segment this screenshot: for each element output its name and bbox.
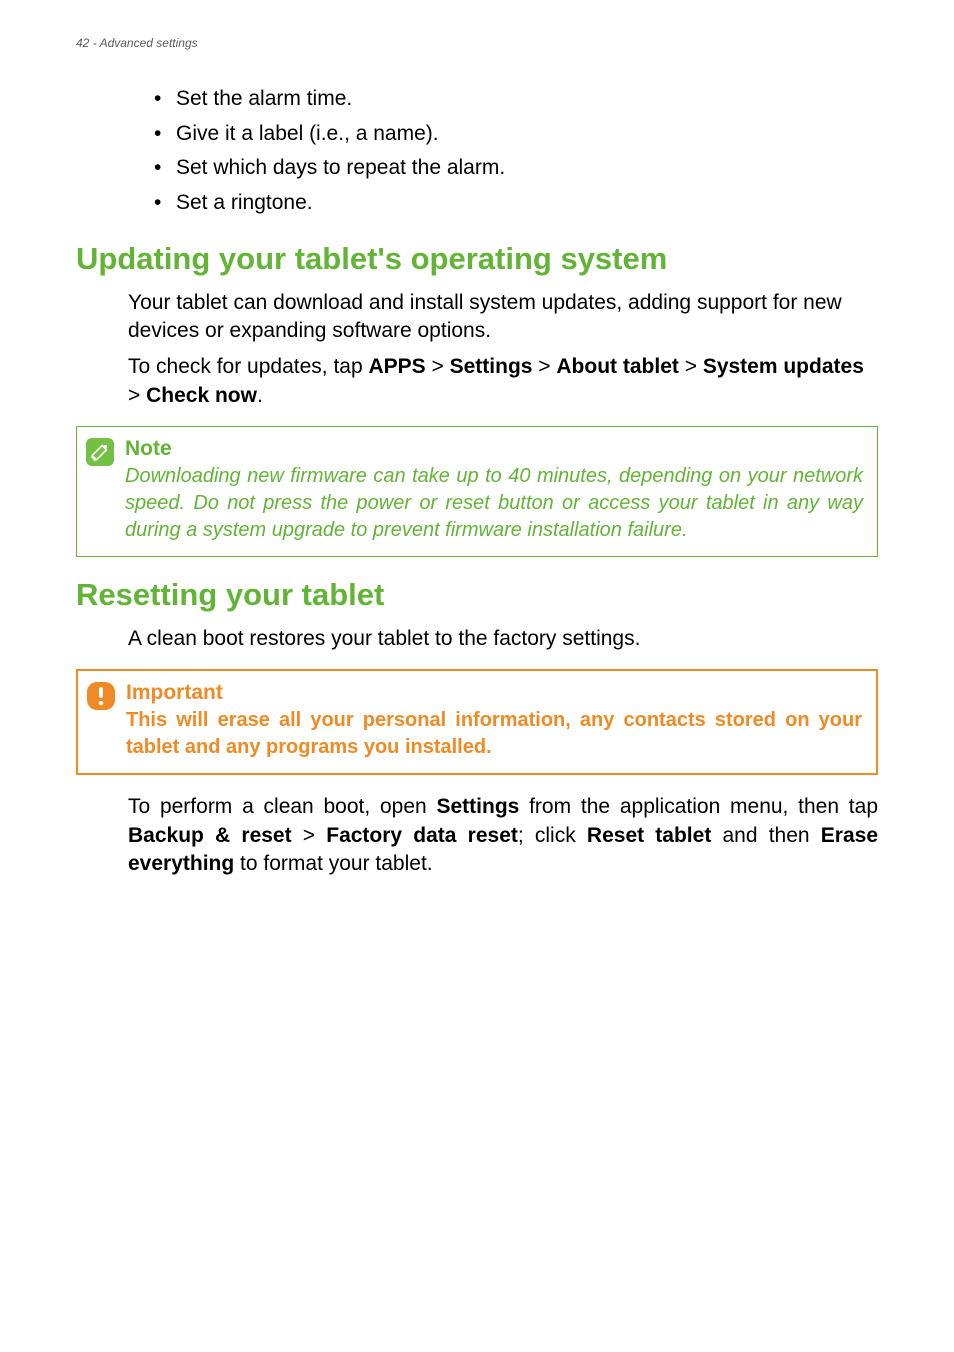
list-item: Set the alarm time. (154, 82, 878, 117)
list-item: Give it a label (i.e., a name). (154, 117, 878, 152)
list-item: Set which days to repeat the alarm. (154, 151, 878, 186)
note-title: Note (125, 437, 863, 461)
page-number: 42 (76, 36, 89, 50)
important-title: Important (126, 681, 862, 705)
note-callout: Note Downloading new firmware can take u… (76, 426, 878, 557)
heading-resetting: Resetting your tablet (76, 577, 878, 613)
header-section-name: Advanced settings (100, 36, 198, 50)
updating-para-2: To check for updates, tap APPS > Setting… (128, 353, 878, 410)
pencil-icon (85, 437, 115, 467)
list-item: Set a ringtone. (154, 186, 878, 221)
alarm-options-list: Set the alarm time. Give it a label (i.e… (154, 82, 878, 221)
resetting-para-1: A clean boot restores your tablet to the… (128, 625, 878, 653)
warning-icon (86, 681, 116, 711)
note-body: Downloading new firmware can take up to … (125, 463, 863, 544)
document-page: 42 - Advanced settings Set the alarm tim… (0, 0, 954, 946)
heading-updating-os: Updating your tablet's operating system (76, 241, 878, 277)
important-body: This will erase all your personal inform… (126, 707, 862, 761)
important-callout: Important This will erase all your perso… (76, 669, 878, 775)
resetting-para-2: To perform a clean boot, open Settings f… (128, 793, 878, 878)
updating-para-1: Your tablet can download and install sys… (128, 289, 878, 346)
page-header: 42 - Advanced settings (76, 36, 878, 50)
